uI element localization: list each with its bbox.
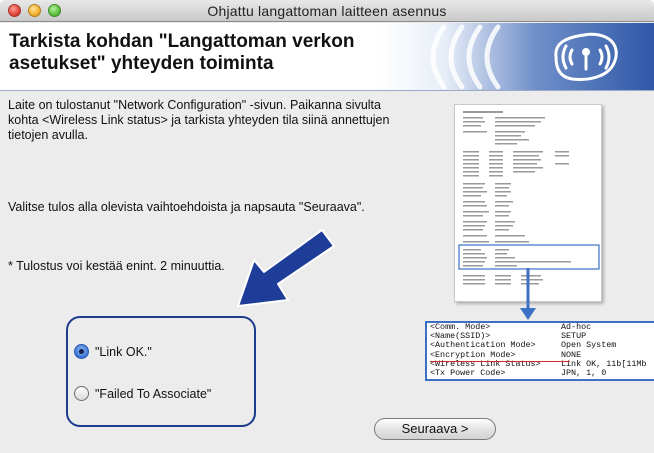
option-link-ok[interactable]: "Link OK." xyxy=(74,344,152,359)
option-link-ok-label: "Link OK." xyxy=(95,344,152,359)
result-options-group: "Link OK." "Failed To Associate" xyxy=(66,316,256,427)
network-config-page-preview xyxy=(454,104,602,302)
next-button[interactable]: Seuraava > xyxy=(374,418,496,440)
radio-failed-to-associate[interactable] xyxy=(74,386,89,401)
radio-link-ok[interactable] xyxy=(74,344,89,359)
option-failed-label: "Failed To Associate" xyxy=(95,386,212,401)
window-title: Ohjattu langattoman laitteen asennus xyxy=(207,3,447,19)
option-failed-to-associate[interactable]: "Failed To Associate" xyxy=(74,386,211,401)
page-title: Tarkista kohdan "Langattoman verkon aset… xyxy=(9,31,355,74)
callout-row: <Tx Power Code> JPN, 1, 0 xyxy=(430,368,607,379)
wizard-window: Ohjattu langattoman laitteen asennus Tar… xyxy=(0,0,654,453)
print-time-note: * Tulostus voi kestää enint. 2 minuuttia… xyxy=(8,259,225,273)
link-status-underline xyxy=(430,361,570,362)
instruction-text: Laite on tulostanut "Network Configurati… xyxy=(8,98,390,142)
wireless-signal-icon xyxy=(430,24,618,90)
selection-instruction: Valitse tulos alla olevista vaihtoehdois… xyxy=(8,200,365,214)
title-bar[interactable]: Ohjattu langattoman laitteen asennus xyxy=(0,0,654,22)
wizard-content: Laite on tulostanut "Network Configurati… xyxy=(0,92,654,453)
wireless-status-callout: <Comm. Mode> Ad-hoc <Name(SSID)> SETUP <Au… xyxy=(425,321,654,381)
wizard-header: Tarkista kohdan "Langattoman verkon aset… xyxy=(0,23,654,91)
